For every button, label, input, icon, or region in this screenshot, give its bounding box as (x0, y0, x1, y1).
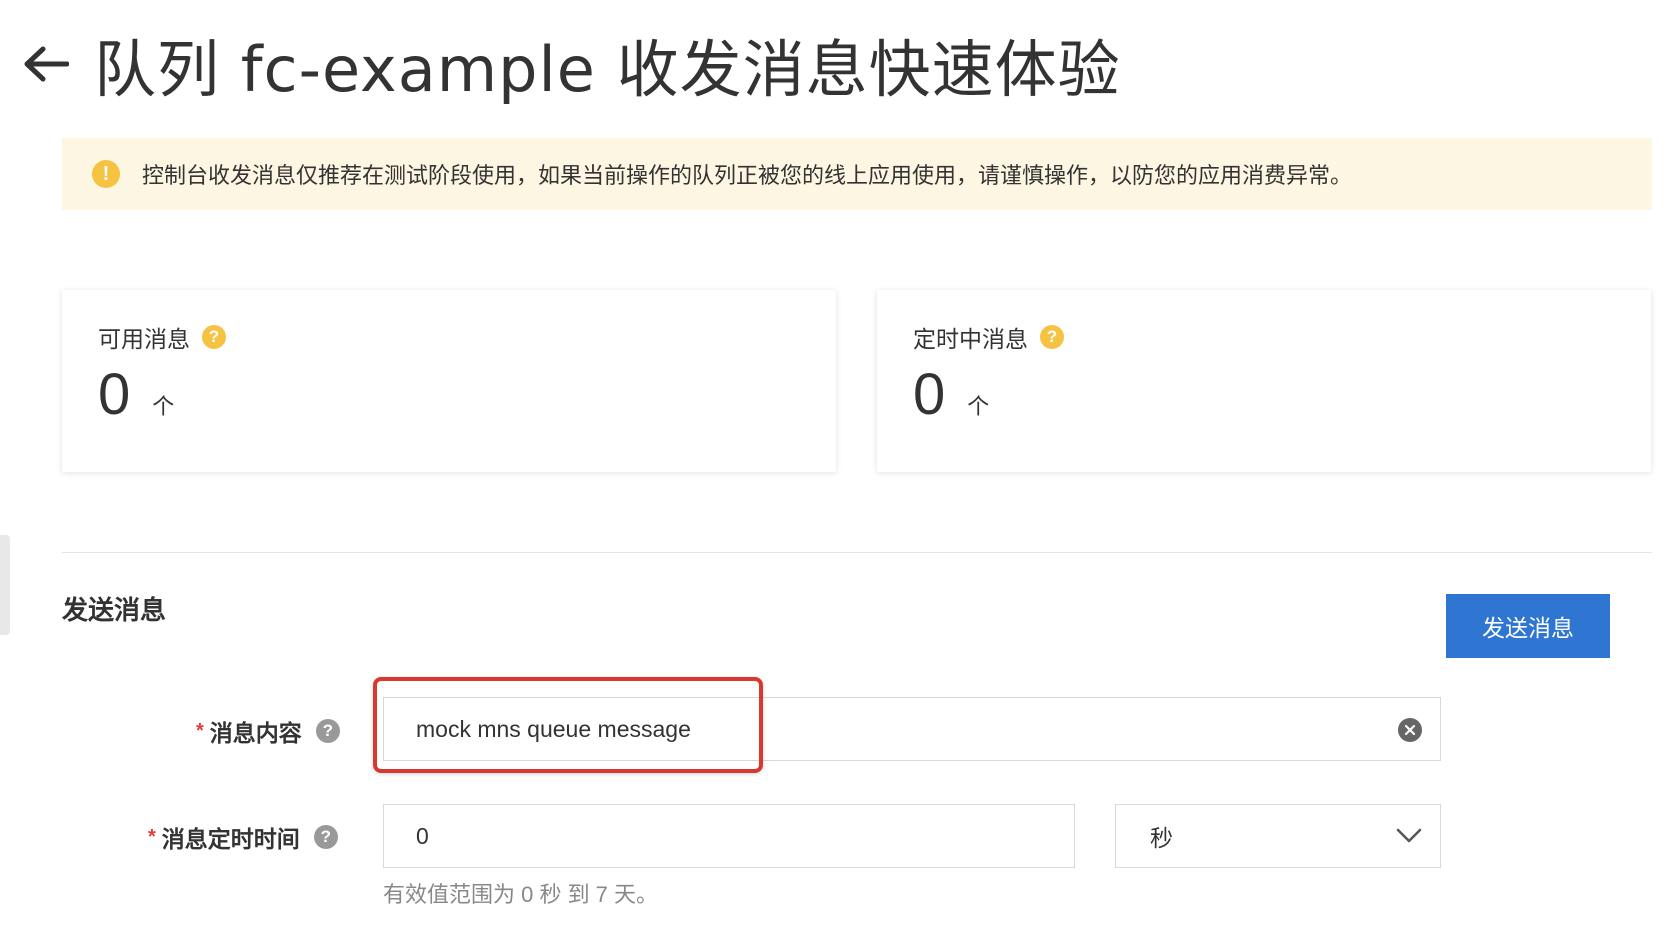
section-divider (62, 552, 1652, 553)
page-title: 队列 fc-example 收发消息快速体验 (94, 33, 1121, 106)
back-button[interactable] (20, 34, 72, 94)
question-circle-icon[interactable]: ? (202, 325, 226, 349)
message-content-input[interactable] (383, 697, 1441, 761)
question-circle-icon[interactable]: ? (313, 825, 338, 849)
page-header: 队列 fc-example 收发消息快速体验 (20, 24, 1121, 106)
delay-unit-select[interactable]: 秒 (1115, 804, 1441, 868)
stat-unit-delayed: 个 (967, 394, 990, 419)
question-circle-icon[interactable]: ? (1040, 325, 1064, 349)
chevron-down-icon (1396, 828, 1422, 843)
stat-label-delayed: 定时中消息 (913, 326, 1028, 352)
required-mark: * (148, 825, 156, 848)
stat-card-delayed: 定时中消息 ? 0 个 (877, 290, 1651, 472)
stat-label-available: 可用消息 (98, 326, 190, 352)
message-content-label: * 消息内容 ? (196, 714, 340, 748)
stat-unit-available: 个 (152, 394, 175, 419)
message-content-label-text: 消息内容 (209, 720, 302, 746)
warning-text: 控制台收发消息仅推荐在测试阶段使用，如果当前操作的队列正被您的线上应用使用，请谨… (142, 163, 1353, 188)
message-delay-label: * 消息定时时间 ? (148, 820, 338, 854)
exclamation-circle-icon: ! (92, 160, 120, 188)
message-delay-input[interactable] (383, 804, 1075, 868)
message-delay-label-text: 消息定时时间 (161, 826, 300, 852)
question-circle-icon[interactable]: ? (315, 719, 340, 743)
stat-card-available: 可用消息 ? 0 个 (62, 290, 836, 472)
required-mark: * (196, 719, 204, 742)
close-circle-icon[interactable] (1398, 718, 1422, 742)
send-message-button[interactable]: 发送消息 (1446, 594, 1610, 658)
send-section-title: 发送消息 (62, 595, 167, 625)
delay-hint-text: 有效值范围为 0 秒 到 7 天。 (383, 882, 659, 907)
stat-value-available: 0 (98, 362, 131, 427)
arrow-left-icon (24, 46, 69, 82)
side-collapse-tab[interactable] (0, 535, 10, 635)
warning-banner: ! 控制台收发消息仅推荐在测试阶段使用，如果当前操作的队列正被您的线上应用使用，… (62, 138, 1652, 210)
delay-unit-value: 秒 (1150, 825, 1173, 851)
stat-value-delayed: 0 (913, 362, 946, 427)
